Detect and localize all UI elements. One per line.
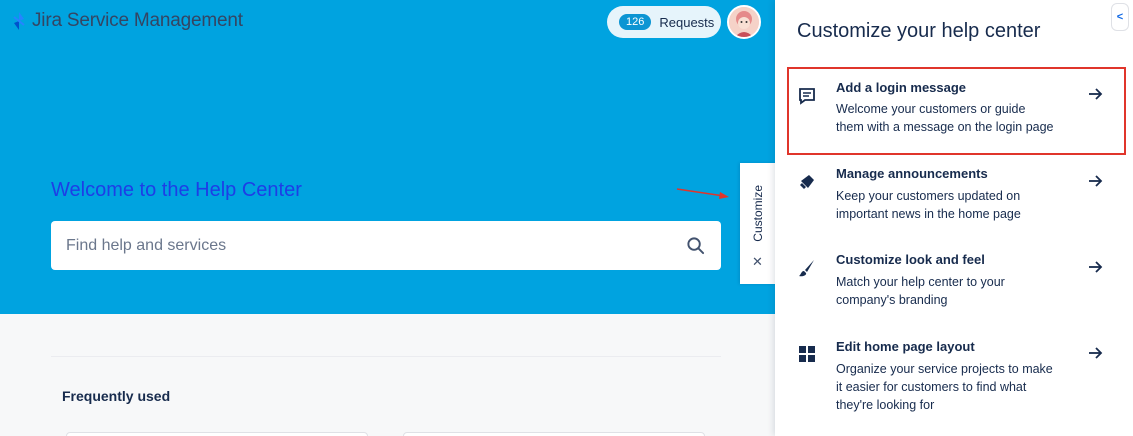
menu-item-title: Add a login message [836,80,967,95]
menu-item-add-login-message[interactable]: Add a login message Welcome your custome… [787,70,1125,154]
frequently-used-card[interactable] [66,432,368,436]
avatar[interactable] [727,5,761,39]
menu-item-title: Manage announcements [836,166,988,181]
menu-item-edit-home-page-layout[interactable]: Edit home page layout Organize your serv… [787,331,1125,431]
menu-item-description: company's branding [836,293,948,307]
customize-tab[interactable]: Customize ✕ [740,163,775,284]
annotation-arrow-icon [676,188,729,199]
requests-label: Requests [659,14,715,30]
menu-item-customize-look-and-feel[interactable]: Customize look and feel Match your help … [787,244,1125,328]
arrow-right-icon [1089,261,1103,273]
customize-tab-label: Customize [750,185,765,242]
menu-item-description: important news in the home page [836,207,1021,221]
arrow-right-icon [1089,88,1103,100]
customize-panel: < Customize your help center Add a login… [775,0,1133,436]
close-icon[interactable]: ✕ [752,254,763,270]
jira-logo-icon [13,12,25,30]
requests-count-badge: 126 [619,14,652,30]
arrow-right-icon [1089,175,1103,187]
comment-icon [799,88,815,105]
paintbrush-icon [799,260,814,277]
menu-item-description: it easier for customers to find what [836,380,1027,394]
page-title: Welcome to the Help Center [51,179,302,201]
menu-item-title: Edit home page layout [836,339,975,354]
menu-item-description: them with a message on the login page [836,120,1054,134]
collapse-panel-button[interactable]: < [1111,3,1129,31]
menu-item-description: Welcome your customers or guide [836,102,1026,116]
frequently-used-card[interactable] [403,432,705,436]
menu-item-description: Organize your service projects to make [836,362,1053,376]
help-center-main: Jira Service Management 126 Requests Wel… [0,0,775,436]
requests-button[interactable]: 126 Requests [607,6,721,38]
menu-item-title: Customize look and feel [836,252,985,267]
product-name: Jira Service Management [32,10,243,31]
search-icon[interactable] [686,236,705,255]
content-area [0,314,775,436]
megaphone-icon [800,175,814,189]
arrow-right-icon [1089,347,1103,359]
product-logo[interactable]: Jira Service Management [12,10,243,32]
search-input[interactable] [51,221,651,270]
menu-item-description: Keep your customers updated on [836,189,1021,203]
panel-title: Customize your help center [797,20,1041,42]
layout-grid-icon [799,346,815,362]
menu-item-description: they're looking for [836,398,935,412]
hero-banner: Jira Service Management 126 Requests Wel… [0,0,775,314]
frequently-used-heading: Frequently used [62,388,171,404]
avatar-face-icon [729,7,759,37]
menu-item-description: Match your help center to your [836,275,1005,289]
search-box[interactable] [51,221,721,270]
menu-item-manage-announcements[interactable]: Manage announcements Keep your customers… [787,157,1125,241]
section-divider [51,356,721,357]
